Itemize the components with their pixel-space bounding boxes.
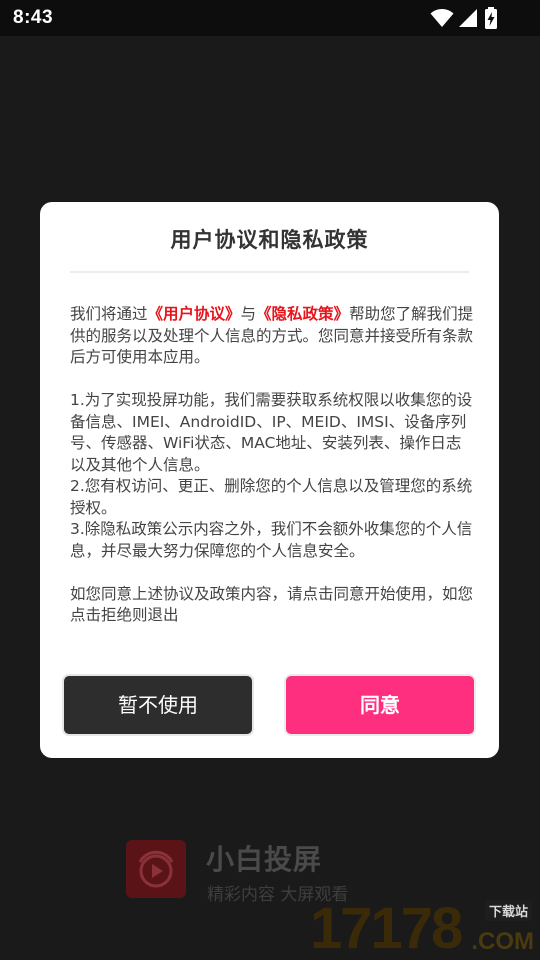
status-icons: [430, 7, 500, 29]
privacy-dialog: 用户协议和隐私政策 我们将通过《用户协议》与《隐私政策》帮助您了解我们提供的服务…: [40, 202, 499, 758]
play-cast-icon: [138, 850, 174, 888]
app-logo: [126, 840, 186, 898]
intro-and: 与: [240, 305, 257, 323]
agree-button[interactable]: 同意: [286, 676, 474, 734]
intro-paragraph: 我们将通过《用户协议》与《隐私政策》帮助您了解我们提供的服务以及处理个人信息的方…: [70, 304, 475, 369]
watermark-site-label: 下载站: [484, 900, 532, 921]
privacy-policy-link[interactable]: 《隐私政策》: [256, 305, 349, 323]
watermark-domain: .COM: [471, 928, 534, 955]
wifi-icon: [430, 9, 454, 27]
permission-item-1: 1.为了实现投屏功能，我们需要获取系统权限以收集您的设备信息、IMEI、Andr…: [70, 391, 473, 474]
intro-prefix: 我们将通过: [70, 305, 148, 323]
dialog-title: 用户协议和隐私政策: [170, 228, 369, 252]
permission-item-2: 2.您有权访问、更正、删除您的个人信息以及管理您的系统授权。: [70, 477, 473, 517]
app-name: 小白投屏: [206, 843, 323, 876]
decline-button[interactable]: 暂不使用: [64, 676, 252, 734]
permission-item-3: 3.除隐私政策公示内容之外，我们不会额外收集您的个人信息，并尽最大努力保障您的个…: [70, 520, 473, 560]
signal-icon: [459, 9, 477, 27]
status-time: 8:43: [13, 7, 54, 28]
app-screen: 8:43 小白投屏 精彩内容 大屏观看 17178 下载站 .COM 用户协议和…: [0, 0, 540, 960]
user-agreement-link[interactable]: 《用户协议》: [148, 305, 241, 323]
status-bar: 8:43: [0, 0, 540, 36]
battery-charging-icon: [485, 7, 497, 29]
dialog-body: 我们将通过《用户协议》与《隐私政策》帮助您了解我们提供的服务以及处理个人信息的方…: [70, 304, 475, 627]
site-watermark: 17178 下载站 .COM: [310, 898, 536, 960]
dialog-divider: [70, 271, 469, 273]
watermark-digits: 17178: [310, 896, 463, 960]
closing-paragraph: 如您同意上述协议及政策内容，请点击同意开始使用，如您点击拒绝则退出: [70, 584, 474, 625]
